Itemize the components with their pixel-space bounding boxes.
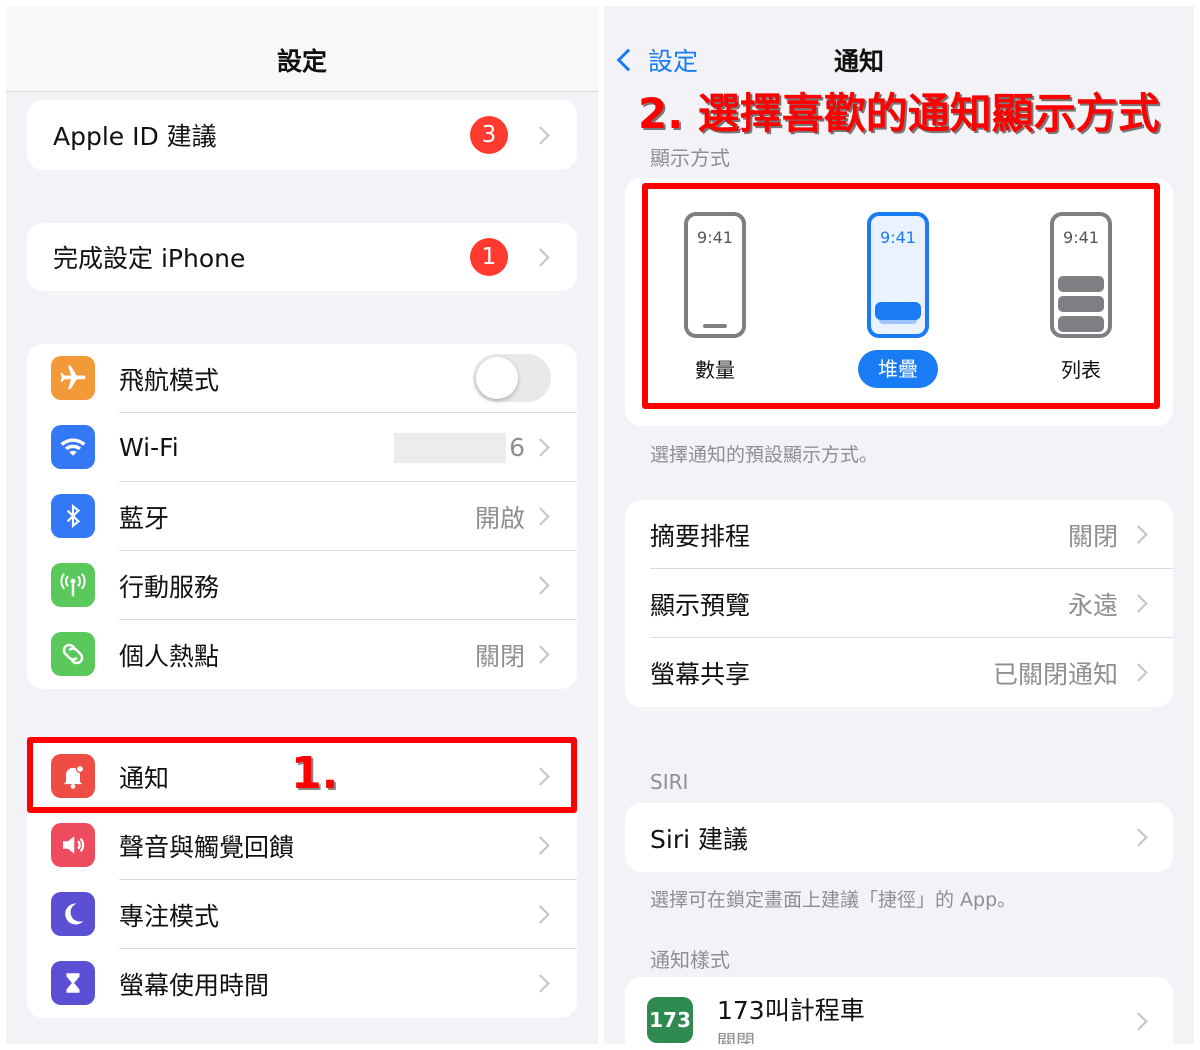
settings-row-sounds[interactable]: 聲音與觸覺回饋: [27, 811, 577, 880]
option-label: 列表: [1061, 358, 1101, 382]
notification-badge: 3: [470, 116, 508, 154]
row-label: 螢幕共享: [650, 659, 751, 689]
speaker-icon: [51, 823, 95, 867]
row-label: 螢幕使用時間: [119, 970, 270, 1000]
settings-row-scheduled-summary[interactable]: 摘要排程 關閉: [625, 500, 1173, 569]
chevron-right-icon: [531, 836, 550, 855]
nav-bar: 設定: [6, 6, 598, 92]
apple-id-suggestion-row[interactable]: Apple ID 建議 3: [27, 100, 577, 170]
chevron-right-icon: [531, 974, 550, 993]
siri-section-header: SIRI: [650, 770, 689, 794]
hourglass-icon: [51, 961, 95, 1005]
siri-card: Siri 建議: [625, 803, 1173, 872]
settings-row-show-previews[interactable]: 顯示預覽 永遠: [625, 569, 1173, 638]
wifi-network-value: 6: [509, 433, 525, 462]
chevron-right-icon: [531, 248, 550, 267]
display-option-list[interactable]: 9:41 列表: [1041, 212, 1121, 392]
display-section-header: 顯示方式: [650, 146, 730, 170]
row-label: 摘要排程: [650, 521, 751, 551]
finish-setup-row[interactable]: 完成設定 iPhone 1: [27, 223, 577, 291]
chevron-right-icon: [1129, 525, 1148, 544]
display-option-count[interactable]: 9:41 數量: [675, 212, 755, 392]
notification-style-header: 通知樣式: [650, 948, 730, 972]
chevron-right-icon: [531, 507, 550, 526]
antenna-icon: [51, 563, 95, 607]
notifications-screen: 設定 通知 2. 選擇喜歡的通知顯示方式 顯示方式 9:41 數量 9:41 堆…: [604, 6, 1194, 1044]
row-value: 永遠: [1067, 590, 1118, 620]
settings-row-wifi[interactable]: Wi-Fi 6: [27, 413, 577, 482]
option-label: 數量: [695, 358, 735, 382]
settings-row-siri-suggestions[interactable]: Siri 建議: [625, 803, 1173, 872]
row-label: Siri 建議: [650, 824, 748, 854]
phone-preview-icon: 9:41: [1050, 212, 1112, 338]
settings-row-cellular[interactable]: 行動服務: [27, 551, 577, 620]
connectivity-group: 飛航模式 Wi-Fi 6 藍牙 開啟 行動服務 個人熱點 關閉: [27, 344, 577, 689]
option-label: 堆疊: [858, 350, 938, 388]
chevron-right-icon: [531, 645, 550, 664]
notification-settings-card: 摘要排程 關閉 顯示預覽 永遠 螢幕共享 已關閉通知: [625, 500, 1173, 707]
apple-id-group: Apple ID 建議 3: [27, 100, 577, 170]
finish-setup-label: 完成設定 iPhone: [53, 244, 246, 273]
phone-preview-icon: 9:41: [684, 212, 746, 338]
siri-footnote: 選擇可在鎖定畫面上建議「捷徑」的 App。: [650, 889, 1017, 911]
row-value: 已關閉通知: [992, 659, 1118, 689]
row-label: 個人熱點: [119, 641, 220, 671]
row-label: 通知: [119, 763, 170, 793]
app-name: 173叫計程車: [717, 996, 865, 1025]
row-label: 飛航模式: [119, 365, 220, 395]
chevron-right-icon: [1129, 828, 1148, 847]
settings-row-focus[interactable]: 專注模式: [27, 880, 577, 949]
bluetooth-icon: [51, 494, 95, 538]
chevron-left-icon: [616, 48, 640, 72]
chevron-right-icon: [531, 126, 550, 145]
step-marker-2: 2. 選擇喜歡的通知顯示方式: [638, 89, 1160, 138]
app-icon: 173: [647, 997, 693, 1043]
settings-row-airplane-mode[interactable]: 飛航模式: [27, 344, 577, 413]
row-value: 關閉: [1067, 521, 1118, 551]
airplane-mode-toggle[interactable]: [473, 354, 551, 402]
settings-screen: 設定 Apple ID 建議 3 完成設定 iPhone 1 飛航模式 Wi-F…: [6, 6, 598, 1044]
hotspot-icon: [51, 632, 95, 676]
row-label: 藍牙: [119, 503, 170, 533]
chevron-right-icon: [1129, 663, 1148, 682]
row-value: 關閉: [474, 641, 525, 671]
row-label: Wi-Fi: [119, 433, 179, 462]
chevron-right-icon: [1129, 1012, 1148, 1031]
app-list-card: 173 173叫計程車 關閉: [625, 977, 1173, 1044]
moon-icon: [51, 892, 95, 936]
display-option-stack[interactable]: 9:41 堆疊: [858, 212, 938, 392]
redacted-network-name: [394, 433, 506, 463]
chevron-right-icon: [531, 905, 550, 924]
settings-row-screen-sharing[interactable]: 螢幕共享 已關閉通知: [625, 638, 1173, 707]
notification-badge: 1: [470, 238, 508, 276]
row-label: 行動服務: [119, 572, 220, 602]
settings-row-hotspot[interactable]: 個人熱點 關閉: [27, 620, 577, 689]
chevron-right-icon: [531, 438, 550, 457]
settings-row-bluetooth[interactable]: 藍牙 開啟: [27, 482, 577, 551]
page-title: 設定: [276, 47, 327, 76]
row-label: 專注模式: [119, 901, 220, 931]
chevron-right-icon: [531, 576, 550, 595]
app-row-173-taxi[interactable]: 173 173叫計程車 關閉: [625, 977, 1173, 1044]
back-button[interactable]: 設定: [614, 42, 698, 78]
chevron-right-icon: [531, 767, 550, 786]
step-marker-1: 1.: [291, 748, 339, 799]
wifi-icon: [51, 425, 95, 469]
row-label: 顯示預覽: [650, 590, 751, 620]
display-footnote: 選擇通知的預設顯示方式。: [650, 444, 879, 466]
phone-preview-icon: 9:41: [867, 212, 929, 338]
display-style-card: 9:41 數量 9:41 堆疊 9:41 列表: [625, 178, 1173, 426]
page-title: 通知: [834, 47, 885, 76]
bell-icon: [51, 754, 95, 798]
app-notification-status: 關閉: [717, 1031, 756, 1044]
back-label: 設定: [648, 47, 699, 76]
apple-id-label: Apple ID 建議: [53, 122, 217, 151]
chevron-right-icon: [1129, 594, 1148, 613]
settings-row-screen-time[interactable]: 螢幕使用時間: [27, 949, 577, 1018]
finish-setup-group: 完成設定 iPhone 1: [27, 223, 577, 291]
airplane-icon: [51, 356, 95, 400]
row-label: 聲音與觸覺回饋: [119, 832, 295, 862]
row-value: 開啟: [474, 503, 525, 533]
